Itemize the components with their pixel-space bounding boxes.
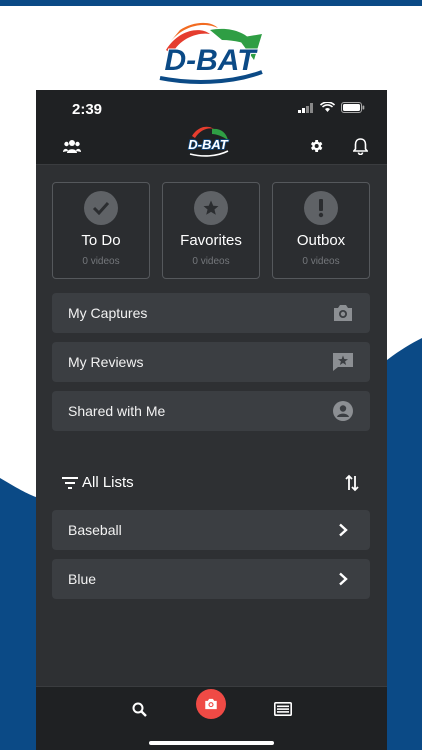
row-my-captures[interactable]: My Captures — [52, 293, 370, 333]
list-item-blue[interactable]: Blue — [52, 559, 370, 599]
tile-label: Outbox — [296, 232, 346, 249]
tile-to-do[interactable]: To Do 0 videos — [52, 182, 150, 279]
status-time: 2:39 — [72, 101, 103, 118]
dbat-logo: D-BAT — [159, 22, 263, 84]
camera-icon — [205, 698, 217, 710]
gear-icon[interactable] — [306, 136, 326, 156]
tile-count: 0 videos — [192, 256, 230, 267]
tile-label: Favorites — [180, 232, 242, 249]
sort-icon[interactable] — [342, 473, 362, 493]
svg-text:D-BAT: D-BAT — [164, 44, 258, 77]
wifi-icon — [320, 102, 335, 112]
exclamation-icon — [304, 191, 338, 225]
tile-count: 0 videos — [82, 256, 120, 267]
status-icons — [298, 102, 365, 113]
list-item-label: Blue — [68, 571, 97, 587]
star-icon — [194, 191, 228, 225]
nav-bar: D-BAT — [36, 126, 387, 165]
row-my-reviews[interactable]: My Reviews — [52, 342, 370, 382]
capture-button[interactable] — [196, 689, 226, 719]
team-icon[interactable] — [62, 136, 82, 156]
dbat-nav-logo: D-BAT — [188, 126, 230, 157]
list-item-baseball[interactable]: Baseball — [52, 510, 370, 550]
tab-bar — [36, 686, 387, 750]
chevron-right-icon — [332, 568, 354, 590]
tile-label: To Do — [81, 232, 121, 249]
check-icon — [84, 191, 118, 225]
filter-icon[interactable] — [62, 477, 78, 489]
camera-icon — [332, 302, 354, 324]
tile-outbox[interactable]: Outbox 0 videos — [272, 182, 370, 279]
search-icon[interactable] — [127, 697, 151, 721]
lists-title: All Lists — [82, 474, 134, 491]
battery-icon — [341, 102, 365, 113]
signal-icon — [298, 102, 313, 113]
row-label: My Reviews — [68, 354, 144, 370]
row-shared-with-me[interactable]: Shared with Me — [52, 391, 370, 431]
row-label: Shared with Me — [68, 403, 166, 419]
bell-icon[interactable] — [350, 136, 370, 156]
row-label: My Captures — [68, 305, 148, 321]
review-icon — [332, 351, 354, 373]
summary-tiles: To Do 0 videos Favorites 0 videos Outbox… — [52, 182, 371, 279]
phone-screen: 2:39 D-BAT To Do 0 videos Favorites 0 vi… — [36, 90, 387, 750]
list-item-label: Baseball — [68, 522, 122, 538]
chevron-right-icon — [332, 519, 354, 541]
tile-count: 0 videos — [302, 256, 340, 267]
svg-text:D-BAT: D-BAT — [188, 137, 229, 152]
home-indicator — [149, 741, 274, 745]
person-icon — [332, 400, 354, 422]
tile-favorites[interactable]: Favorites 0 videos — [162, 182, 260, 279]
lists-header: All Lists — [62, 473, 362, 495]
list-icon[interactable] — [271, 697, 295, 721]
